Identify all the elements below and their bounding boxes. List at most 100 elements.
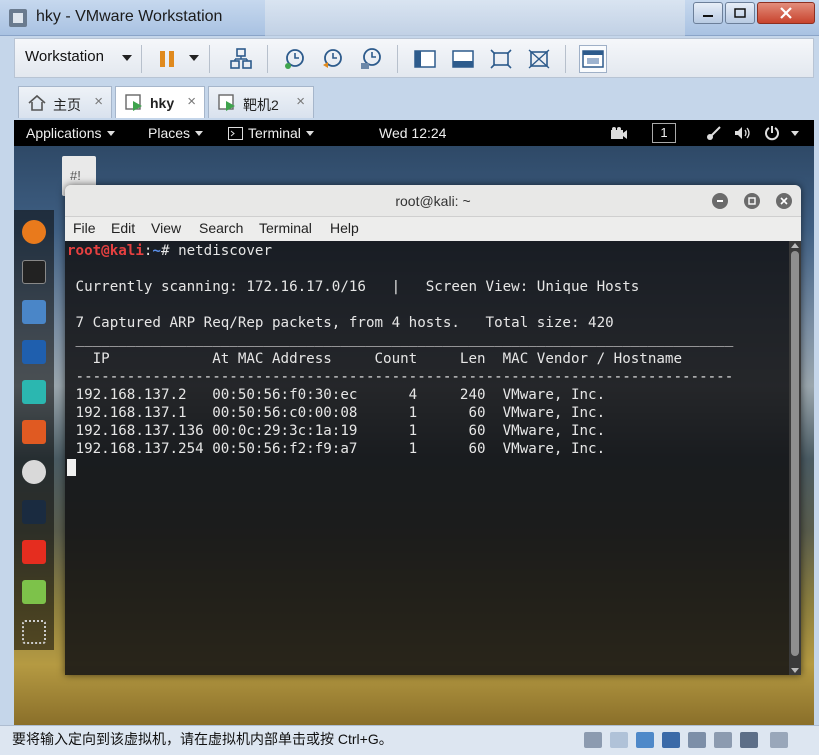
toolbar-separator bbox=[267, 45, 268, 73]
thumbnail-bar-button[interactable] bbox=[449, 45, 477, 73]
guest-screen[interactable]: Applications Places Terminal Wed 12:24 1… bbox=[14, 120, 814, 725]
terminal-title: root@kali: ~ bbox=[395, 193, 471, 209]
network-adapter-icon[interactable] bbox=[636, 732, 654, 748]
display-icon[interactable] bbox=[740, 732, 758, 748]
burpsuite-icon[interactable] bbox=[22, 420, 46, 444]
places-menu[interactable]: Places bbox=[148, 125, 204, 141]
volume-icon[interactable] bbox=[734, 126, 752, 140]
terminal-output[interactable]: root@kali:~# netdiscover Currently scann… bbox=[65, 241, 801, 675]
vm-running-icon bbox=[218, 94, 235, 111]
maltego-icon[interactable] bbox=[22, 460, 46, 484]
terminal-minimize-button[interactable] bbox=[712, 193, 728, 209]
terminal-app-menu[interactable]: Terminal bbox=[228, 125, 314, 141]
sound-card-icon[interactable] bbox=[688, 732, 706, 748]
armitage-icon[interactable] bbox=[22, 380, 46, 404]
cd-drive-icon[interactable] bbox=[610, 732, 628, 748]
close-window-button[interactable] bbox=[757, 2, 815, 24]
unity-icon bbox=[528, 49, 550, 69]
tab-close-icon[interactable]: × bbox=[296, 93, 305, 110]
vmware-app-icon bbox=[9, 9, 27, 27]
beef-icon[interactable] bbox=[22, 500, 46, 524]
leafpad-icon[interactable] bbox=[22, 580, 46, 604]
metasploit-icon[interactable] bbox=[22, 340, 46, 364]
terminal-close-button[interactable] bbox=[776, 193, 792, 209]
firefox-icon[interactable] bbox=[22, 220, 46, 244]
terminal-icon bbox=[228, 127, 243, 140]
menu-view[interactable]: View bbox=[151, 220, 181, 236]
menu-file[interactable]: File bbox=[73, 220, 96, 236]
desktop-file-label: #! bbox=[70, 168, 81, 183]
files-folder-icon[interactable] bbox=[22, 300, 46, 324]
chevron-down-icon bbox=[305, 131, 314, 136]
revert-snapshot-button[interactable] bbox=[319, 45, 347, 73]
terminal-window[interactable]: root@kali: ~ File Edit View Search Termi… bbox=[65, 185, 801, 675]
table-row: 192.168.137.136 00:0c:29:3c:1a:19 1 60 V… bbox=[67, 423, 606, 439]
text-cursor bbox=[67, 459, 76, 476]
minimize-button[interactable] bbox=[693, 2, 723, 24]
applications-label: Applications bbox=[26, 125, 102, 141]
favorites-dock bbox=[14, 210, 54, 650]
camera-icon[interactable] bbox=[610, 126, 628, 140]
usb-device-icon[interactable] bbox=[662, 732, 680, 748]
table-row: 192.168.137.1 00:50:56:c0:00:08 1 60 VMw… bbox=[67, 405, 606, 421]
terminal-maximize-button[interactable] bbox=[744, 193, 760, 209]
chevron-down-icon bbox=[195, 131, 204, 136]
snapshot-button[interactable] bbox=[281, 45, 309, 73]
scrollbar-thumb[interactable] bbox=[791, 251, 799, 656]
vm-running-icon bbox=[125, 94, 142, 111]
workstation-menu[interactable]: Workstation bbox=[25, 48, 104, 65]
vmware-statusbar: 要将输入定向到该虚拟机，请在虚拟机内部单击或按 Ctrl+G。 bbox=[0, 725, 819, 755]
snapshot-manager-button[interactable] bbox=[357, 45, 385, 73]
unity-button[interactable] bbox=[525, 45, 553, 73]
printer-icon[interactable] bbox=[714, 732, 732, 748]
workstation-caret-icon[interactable] bbox=[122, 55, 132, 61]
tab-close-icon[interactable]: × bbox=[187, 93, 196, 110]
console-view-button[interactable] bbox=[579, 45, 607, 73]
full-screen-button[interactable] bbox=[487, 45, 515, 73]
table-rule-dash: ----------------------------------------… bbox=[67, 369, 734, 385]
close-icon bbox=[780, 7, 792, 19]
thumbnail-icon bbox=[452, 50, 474, 68]
menu-edit[interactable]: Edit bbox=[111, 220, 135, 236]
command-text: netdiscover bbox=[178, 243, 273, 259]
toolbar-separator bbox=[209, 45, 210, 73]
tab-label: 靶机2 bbox=[243, 97, 279, 113]
power-caret-icon[interactable] bbox=[189, 55, 199, 61]
pause-button[interactable] bbox=[153, 45, 181, 73]
terminal-titlebar[interactable]: root@kali: ~ bbox=[65, 185, 801, 217]
menu-search[interactable]: Search bbox=[199, 220, 243, 236]
terminal-scrollbar[interactable] bbox=[789, 241, 801, 675]
menu-help[interactable]: Help bbox=[330, 220, 359, 236]
scroll-up-icon[interactable] bbox=[791, 243, 799, 248]
prompt-path: ~ bbox=[152, 243, 161, 259]
status-message: 要将输入定向到该虚拟机，请在虚拟机内部单击或按 Ctrl+G。 bbox=[12, 731, 393, 747]
menu-terminal[interactable]: Terminal bbox=[259, 220, 312, 236]
scroll-down-icon[interactable] bbox=[791, 668, 799, 673]
tab-hky[interactable]: hky × bbox=[115, 86, 205, 118]
clock[interactable]: Wed 12:24 bbox=[379, 125, 446, 141]
applications-menu[interactable]: Applications bbox=[26, 125, 115, 141]
table-header: IP At MAC Address Count Len MAC Vendor /… bbox=[67, 351, 682, 367]
chevron-down-icon bbox=[106, 131, 115, 136]
show-library-button[interactable] bbox=[411, 45, 439, 73]
terminal-dock-icon[interactable] bbox=[22, 260, 46, 284]
tab-target2[interactable]: 靶机2 × bbox=[208, 86, 314, 118]
power-icon[interactable] bbox=[764, 125, 780, 141]
hard-disk-icon[interactable] bbox=[584, 732, 602, 748]
maximize-button[interactable] bbox=[725, 2, 755, 24]
tab-close-icon[interactable]: × bbox=[94, 93, 103, 110]
toolbar-separator bbox=[397, 45, 398, 73]
window-controls bbox=[693, 2, 815, 24]
maximize-icon bbox=[748, 197, 756, 205]
message-log-icon[interactable] bbox=[770, 732, 788, 748]
workspace-indicator[interactable]: 1 bbox=[652, 123, 676, 143]
network-wired-icon[interactable] bbox=[706, 125, 722, 141]
tab-home[interactable]: 主页 × bbox=[18, 86, 112, 118]
restore-icon bbox=[734, 8, 746, 18]
faraday-icon[interactable] bbox=[22, 540, 46, 564]
send-keys-button[interactable] bbox=[227, 45, 255, 73]
vmware-titlebar: hky - VMware Workstation bbox=[0, 0, 819, 36]
system-menu-caret-icon[interactable] bbox=[791, 131, 799, 136]
show-applications-icon[interactable] bbox=[22, 620, 46, 644]
snapshot-manager-icon bbox=[361, 48, 381, 69]
